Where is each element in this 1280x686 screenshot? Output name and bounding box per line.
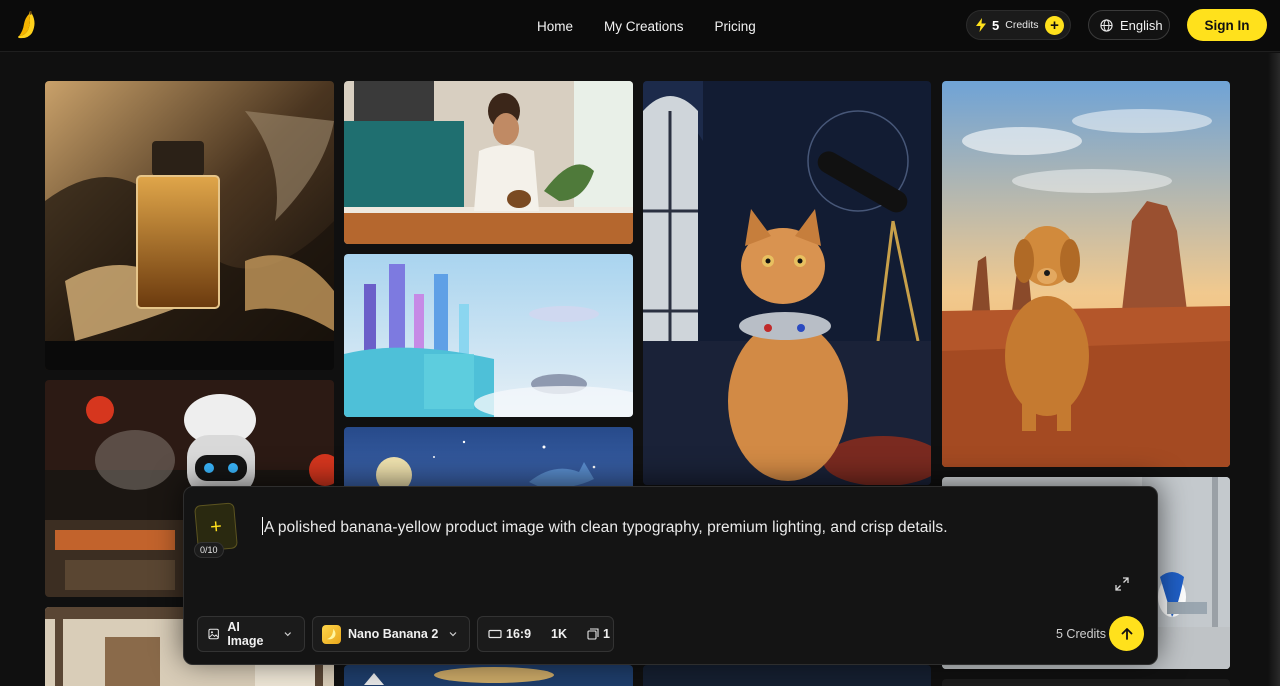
gallery-tile-dark-room[interactable] <box>643 665 931 686</box>
nav-my-creations[interactable]: My Creations <box>604 19 684 34</box>
image-stack-icon <box>587 628 599 640</box>
generation-type-label: AI Image <box>227 620 264 648</box>
arrow-up-icon <box>1121 627 1132 640</box>
nav-pricing[interactable]: Pricing <box>715 19 756 34</box>
resolution-label: 1K <box>551 627 568 641</box>
model-label: Nano Banana 2 <box>348 627 439 641</box>
upload-count-badge: 0/10 <box>194 542 224 558</box>
banana-model-icon <box>322 624 341 644</box>
gallery-tile-fantasy-sky-city[interactable] <box>344 254 633 417</box>
image-icon <box>208 628 219 640</box>
gallery-tile-cat-with-telescope[interactable] <box>643 81 931 485</box>
text-caret <box>262 517 263 535</box>
lightning-icon <box>976 18 986 32</box>
image-count-label: 1 <box>603 627 610 641</box>
prompt-composer: + 0/10 A polished banana-yellow product … <box>183 486 1158 665</box>
gallery-tile-perfume-bottle[interactable] <box>45 81 334 370</box>
language-label: English <box>1120 17 1163 33</box>
generation-params: 16:9 1K 1 <box>477 616 614 652</box>
language-button[interactable]: English <box>1088 10 1170 40</box>
credits-pill[interactable]: 5 Credits + <box>966 10 1071 40</box>
credits-label: Credits <box>1005 19 1039 31</box>
gallery-tile-ocean-sunset[interactable] <box>344 665 633 686</box>
gallery-tile-golden-retriever-desert[interactable] <box>942 81 1230 467</box>
banana-logo-icon[interactable] <box>13 9 41 41</box>
prompt-input-text: A polished banana-yellow product image w… <box>264 519 948 536</box>
globe-icon <box>1100 18 1113 32</box>
page-scrollbar[interactable] <box>1268 53 1280 686</box>
add-credits-plus-icon[interactable]: + <box>1045 15 1064 35</box>
chevron-down-icon <box>449 632 457 637</box>
nav-home[interactable]: Home <box>537 19 573 34</box>
top-header: Home My Creations Pricing 5 Credits + En… <box>0 0 1280 52</box>
expand-icon[interactable] <box>1115 577 1129 591</box>
prompt-input[interactable]: A polished banana-yellow product image w… <box>262 517 948 537</box>
resolution-option[interactable]: 1K <box>551 627 577 641</box>
plus-icon: + <box>209 515 223 539</box>
credits-count: 5 <box>992 17 1000 33</box>
aspect-ratio-option[interactable]: 16:9 <box>488 627 541 641</box>
gallery-tile-woman-pouring-coffee[interactable] <box>344 81 633 244</box>
chevron-down-icon <box>284 632 292 637</box>
aspect-ratio-label: 16:9 <box>506 627 532 641</box>
cost-label: 5 Credits <box>1056 627 1107 641</box>
gallery-tile-dark-tile[interactable] <box>942 679 1230 686</box>
sign-in-button[interactable]: Sign In <box>1187 9 1267 41</box>
model-select[interactable]: Nano Banana 2 <box>312 616 470 652</box>
image-count-option[interactable]: 1 <box>587 627 620 641</box>
main-nav: Home My Creations Pricing <box>537 0 756 52</box>
aspect-ratio-icon <box>488 629 502 639</box>
generate-submit-button[interactable] <box>1109 616 1144 651</box>
generation-type-select[interactable]: AI Image <box>197 616 305 652</box>
